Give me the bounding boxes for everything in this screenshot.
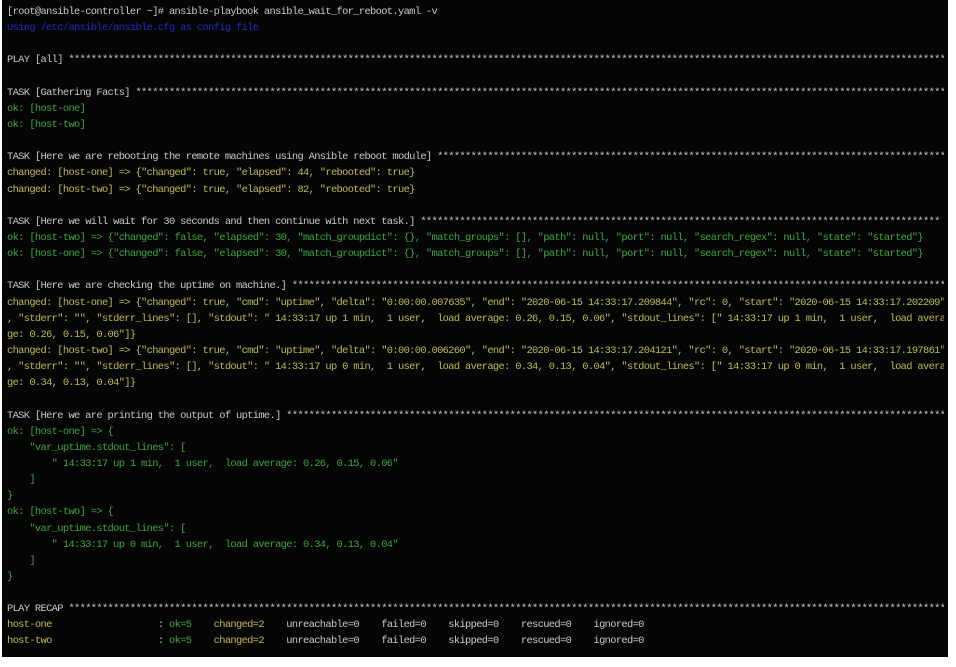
terminal-line: TASK [Here we will wait for 30 seconds a…	[7, 214, 944, 230]
terminal-line: TASK [Here we are rebooting the remote m…	[7, 149, 944, 165]
changed-text: changed: [host-two] => {"changed": true,…	[7, 183, 415, 196]
output-text: unreachable=0 failed=0 skipped=0 rescued…	[263, 635, 644, 648]
terminal-line: PLAY [all] *****************************…	[7, 52, 944, 68]
terminal-line: ok: [host-one]	[7, 101, 944, 117]
terminal-line: PLAY RECAP *****************************…	[7, 601, 944, 617]
terminal-line: ok: [host-two] => {	[7, 504, 944, 520]
changed-text: changed=2	[213, 619, 265, 632]
terminal-line: host-one : ok=5 changed=2 unreachable=0 …	[7, 617, 944, 633]
terminal-line: , "stderr": "", "stderr_lines": [], "std…	[7, 311, 944, 327]
ok-text: ok: [host-two] => {	[7, 506, 114, 519]
changed-text: , "stderr": "", "stderr_lines": [], "std…	[7, 312, 944, 325]
terminal-line: changed: [host-two] => {"changed": true,…	[7, 182, 944, 198]
changed-text: host-two	[7, 635, 158, 648]
ok-text: }	[7, 490, 13, 503]
terminal-output: [root@ansible-controller ~]# ansible-pla…	[7, 4, 944, 650]
terminal-line: changed: [host-two] => {"changed": true,…	[7, 343, 944, 359]
terminal-line: ok: [host-two]	[7, 117, 944, 133]
terminal-line: ok: [host-one] => {"changed": false, "el…	[7, 246, 944, 262]
terminal-line: host-two : ok=5 changed=2 unreachable=0 …	[7, 633, 944, 649]
info-text: Using /etc/ansible/ansible.cfg as config…	[7, 22, 259, 35]
ok-text: ok: [host-one]	[7, 102, 86, 115]
changed-text: host-one	[7, 619, 158, 632]
ok-text: ok=5	[168, 619, 192, 632]
ok-text: ]	[7, 474, 35, 487]
output-text: TASK [Here we are rebooting the remote m…	[7, 151, 944, 164]
ok-text: ok: [host-two] => {"changed": false, "el…	[7, 231, 924, 244]
ok-text: ok: [host-one] => {	[7, 425, 114, 438]
changed-text: changed: [host-one] => {"changed": true,…	[7, 296, 944, 309]
terminal-line: ge: 0.34, 0.13, 0.04"]}	[7, 375, 944, 391]
terminal-line: TASK [Here we are checking the uptime on…	[7, 278, 944, 294]
output-text: :	[157, 619, 169, 632]
terminal-line: TASK [Here we are printing the output of…	[7, 408, 944, 424]
output-text: TASK [Here we are printing the output of…	[7, 409, 944, 422]
ok-text: ok: [host-one] => {"changed": false, "el…	[7, 248, 924, 261]
output-text: TASK [Gathering Facts] *****************…	[7, 86, 944, 99]
terminal-line: changed: [host-one] => {"changed": true,…	[7, 165, 944, 181]
terminal-line: }	[7, 569, 944, 585]
terminal-line: changed: [host-one] => {"changed": true,…	[7, 295, 944, 311]
terminal-line: "var_uptime.stdout_lines": [	[7, 521, 944, 537]
changed-text: changed: [host-two] => {"changed": true,…	[7, 344, 944, 357]
terminal-window[interactable]: [root@ansible-controller ~]# ansible-pla…	[2, 0, 948, 657]
terminal-line: " 14:33:17 up 1 min, 1 user, load averag…	[7, 456, 944, 472]
output-text: unreachable=0 failed=0 skipped=0 rescued…	[263, 619, 644, 632]
terminal-line: TASK [Gathering Facts] *****************…	[7, 85, 944, 101]
terminal-line: ok: [host-one] => {	[7, 424, 944, 440]
ok-text: }	[7, 570, 13, 583]
terminal-line: ge: 0.26, 0.15, 0.06"]}	[7, 327, 944, 343]
terminal-line: ]	[7, 553, 944, 569]
output-text: PLAY [all] *****************************…	[7, 54, 944, 67]
terminal-line: " 14:33:17 up 0 min, 1 user, load averag…	[7, 537, 944, 553]
terminal-line: "var_uptime.stdout_lines": [	[7, 440, 944, 456]
changed-text: ge: 0.34, 0.13, 0.04"]}	[7, 377, 136, 390]
changed-text: ge: 0.26, 0.15, 0.06"]}	[7, 328, 136, 341]
ok-text: " 14:33:17 up 1 min, 1 user, load averag…	[7, 457, 399, 470]
output-text: TASK [Here we will wait for 30 seconds a…	[7, 215, 940, 228]
terminal-line: [root@ansible-controller ~]# ansible-pla…	[7, 4, 944, 20]
ok-text: ok=5	[168, 635, 192, 648]
output-text: [root@ansible-controller ~]# ansible-pla…	[7, 6, 438, 18]
changed-text: , "stderr": "", "stderr_lines": [], "std…	[7, 361, 944, 374]
terminal-line: ok: [host-two] => {"changed": false, "el…	[7, 230, 944, 246]
output-text: TASK [Here we are checking the uptime on…	[7, 280, 944, 293]
ok-text: "var_uptime.stdout_lines": [	[7, 441, 186, 454]
ok-text: " 14:33:17 up 0 min, 1 user, load averag…	[7, 538, 399, 551]
terminal-line: , "stderr": "", "stderr_lines": [], "std…	[7, 359, 944, 375]
output-text: PLAY RECAP *****************************…	[7, 603, 944, 616]
terminal-line: }	[7, 488, 944, 504]
ok-text: "var_uptime.stdout_lines": [	[7, 522, 186, 535]
ok-text: ok: [host-two]	[7, 118, 86, 131]
terminal-line: ]	[7, 472, 944, 488]
output-text: :	[157, 635, 169, 648]
changed-text: changed: [host-one] => {"changed": true,…	[7, 167, 415, 180]
terminal-line: Using /etc/ansible/ansible.cfg as config…	[7, 20, 944, 36]
changed-text: changed=2	[213, 635, 265, 648]
ok-text: ]	[7, 554, 35, 567]
